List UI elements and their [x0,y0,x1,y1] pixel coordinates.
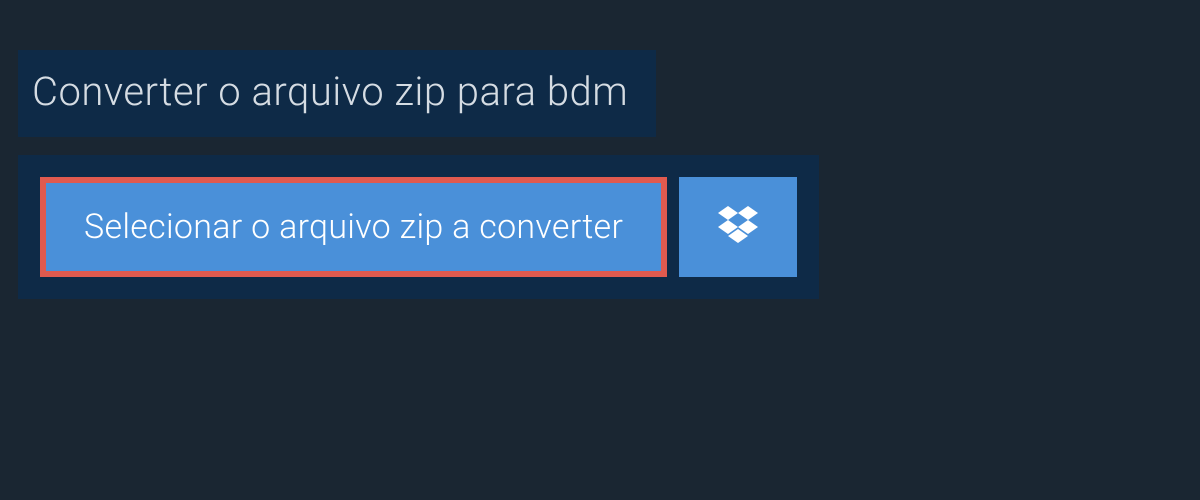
title-panel: Converter o arquivo zip para bdm [18,50,656,137]
page-title: Converter o arquivo zip para bdm [32,68,628,115]
dropbox-button[interactable] [679,177,797,277]
select-file-button[interactable]: Selecionar o arquivo zip a converter [40,177,667,277]
dropbox-icon [718,206,758,248]
action-panel: Selecionar o arquivo zip a converter [18,155,819,299]
main-container: Converter o arquivo zip para bdm Selecio… [0,0,1200,299]
select-file-label: Selecionar o arquivo zip a converter [84,207,623,247]
